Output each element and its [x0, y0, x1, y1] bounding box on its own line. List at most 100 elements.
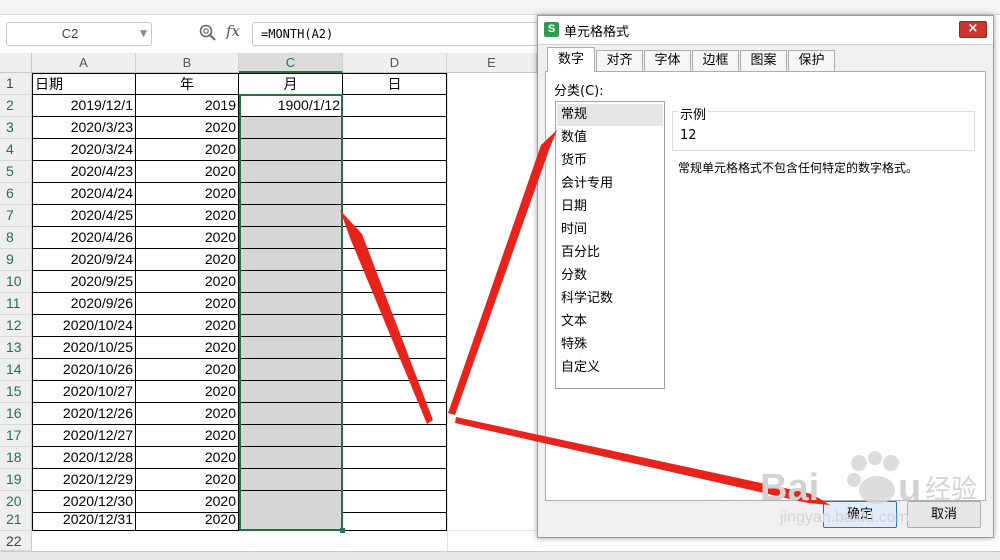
row-header[interactable]: 17	[0, 425, 32, 447]
category-item-date[interactable]: 日期	[557, 196, 663, 218]
cell-a[interactable]: 2020/4/26	[32, 227, 136, 249]
chevron-down-icon[interactable]: ▼	[140, 23, 147, 45]
cell-a[interactable]: 2019/12/1	[32, 95, 136, 117]
category-item-currency[interactable]: 货币	[557, 150, 663, 172]
cell-a[interactable]: 2020/10/26	[32, 359, 136, 381]
cell-b[interactable]: 2020	[136, 337, 239, 359]
column-header-b[interactable]: B	[136, 53, 239, 73]
fill-handle[interactable]	[340, 528, 345, 533]
cell-d1[interactable]: 日	[343, 73, 447, 95]
cell-a[interactable]: 2020/12/31	[32, 509, 136, 531]
cell-c1[interactable]: 月	[239, 73, 343, 95]
row-header[interactable]: 15	[0, 381, 32, 403]
row-header[interactable]: 21	[0, 509, 32, 531]
row-header[interactable]: 18	[0, 447, 32, 469]
cell-d[interactable]	[343, 403, 447, 425]
row-header[interactable]: 13	[0, 337, 32, 359]
cell-b[interactable]: 2020	[136, 205, 239, 227]
tab-protection[interactable]: 保护	[788, 50, 835, 71]
zoom-formula-icon[interactable]	[198, 23, 218, 43]
tab-font[interactable]: 字体	[644, 50, 691, 71]
cell-d[interactable]	[343, 469, 447, 491]
tab-number[interactable]: 数字	[547, 47, 595, 72]
cell-d[interactable]	[343, 249, 447, 271]
cell-a[interactable]: 2020/3/23	[32, 117, 136, 139]
cell-b[interactable]: 2020	[136, 315, 239, 337]
row-header[interactable]: 1	[0, 73, 32, 95]
row-header[interactable]: 3	[0, 117, 32, 139]
row-header[interactable]: 6	[0, 183, 32, 205]
row-header[interactable]: 2	[0, 95, 32, 117]
row-header[interactable]: 9	[0, 249, 32, 271]
row-header[interactable]: 12	[0, 315, 32, 337]
cell-d[interactable]	[343, 337, 447, 359]
cell-a[interactable]: 2020/10/24	[32, 315, 136, 337]
cell-b[interactable]: 2020	[136, 403, 239, 425]
category-item-time[interactable]: 时间	[557, 219, 663, 241]
category-item-general[interactable]: 常规	[557, 104, 663, 126]
cell-b[interactable]: 2020	[136, 469, 239, 491]
cell-d[interactable]	[343, 359, 447, 381]
column-header-e[interactable]: E	[447, 53, 537, 73]
row-header[interactable]: 7	[0, 205, 32, 227]
cell-a[interactable]: 2020/12/27	[32, 425, 136, 447]
cell-a[interactable]: 2020/3/24	[32, 139, 136, 161]
category-item-custom[interactable]: 自定义	[557, 357, 663, 379]
cell-a[interactable]: 2020/10/27	[32, 381, 136, 403]
cell-b[interactable]: 2019	[136, 95, 239, 117]
cell-d[interactable]	[343, 509, 447, 531]
tab-border[interactable]: 边框	[692, 50, 739, 71]
column-header-d[interactable]: D	[343, 53, 447, 73]
cell-b[interactable]: 2020	[136, 381, 239, 403]
cell-a1[interactable]: 日期	[32, 73, 136, 95]
category-item-fraction[interactable]: 分数	[557, 265, 663, 287]
cell-d[interactable]	[343, 161, 447, 183]
cell-d[interactable]	[343, 315, 447, 337]
cell-d[interactable]	[343, 139, 447, 161]
cell-d[interactable]	[343, 183, 447, 205]
cell-d[interactable]	[343, 293, 447, 315]
cell-d[interactable]	[343, 381, 447, 403]
cell-b[interactable]: 2020	[136, 249, 239, 271]
cell-b[interactable]: 2020	[136, 359, 239, 381]
insert-function-icon[interactable]: fx	[226, 22, 240, 40]
cell-b1[interactable]: 年	[136, 73, 239, 95]
cell-b[interactable]: 2020	[136, 509, 239, 531]
cell-b[interactable]: 2020	[136, 293, 239, 315]
cell-b[interactable]: 2020	[136, 271, 239, 293]
cell-d[interactable]	[343, 425, 447, 447]
cell-d[interactable]	[343, 447, 447, 469]
column-header-a[interactable]: A	[32, 53, 136, 73]
row-header[interactable]: 5	[0, 161, 32, 183]
cell-b[interactable]: 2020	[136, 227, 239, 249]
row-header[interactable]: 19	[0, 469, 32, 491]
cell-a[interactable]: 2020/4/25	[32, 205, 136, 227]
category-item-accounting[interactable]: 会计专用	[557, 173, 663, 195]
cell-a[interactable]: 2020/9/25	[32, 271, 136, 293]
cell-d[interactable]	[343, 271, 447, 293]
select-all-corner[interactable]	[0, 53, 32, 73]
row-header[interactable]: 10	[0, 271, 32, 293]
cell-a[interactable]: 2020/4/24	[32, 183, 136, 205]
row-header[interactable]: 4	[0, 139, 32, 161]
tab-alignment[interactable]: 对齐	[596, 50, 643, 71]
category-list[interactable]: 常规 数值 货币 会计专用 日期 时间 百分比 分数 科学记数 文本 特殊 自定…	[555, 101, 665, 389]
close-button[interactable]: ×	[959, 21, 987, 38]
cell-d[interactable]	[343, 95, 447, 117]
cell-d[interactable]	[343, 205, 447, 227]
cell-b[interactable]: 2020	[136, 161, 239, 183]
category-item-special[interactable]: 特殊	[557, 334, 663, 356]
cell-b[interactable]: 2020	[136, 139, 239, 161]
cell-a[interactable]: 2020/9/24	[32, 249, 136, 271]
formula-input[interactable]: =MONTH(A2)	[252, 22, 542, 46]
tab-pattern[interactable]: 图案	[740, 50, 787, 71]
cell-a[interactable]: 2020/12/26	[32, 403, 136, 425]
cell-a[interactable]: 2020/10/25	[32, 337, 136, 359]
cell-a[interactable]: 2020/4/23	[32, 161, 136, 183]
category-item-text[interactable]: 文本	[557, 311, 663, 333]
name-box[interactable]: C2 ▼	[6, 22, 152, 46]
category-item-percentage[interactable]: 百分比	[557, 242, 663, 264]
cell-a[interactable]: 2020/9/26	[32, 293, 136, 315]
cell-d[interactable]	[343, 117, 447, 139]
cell-d[interactable]	[343, 227, 447, 249]
